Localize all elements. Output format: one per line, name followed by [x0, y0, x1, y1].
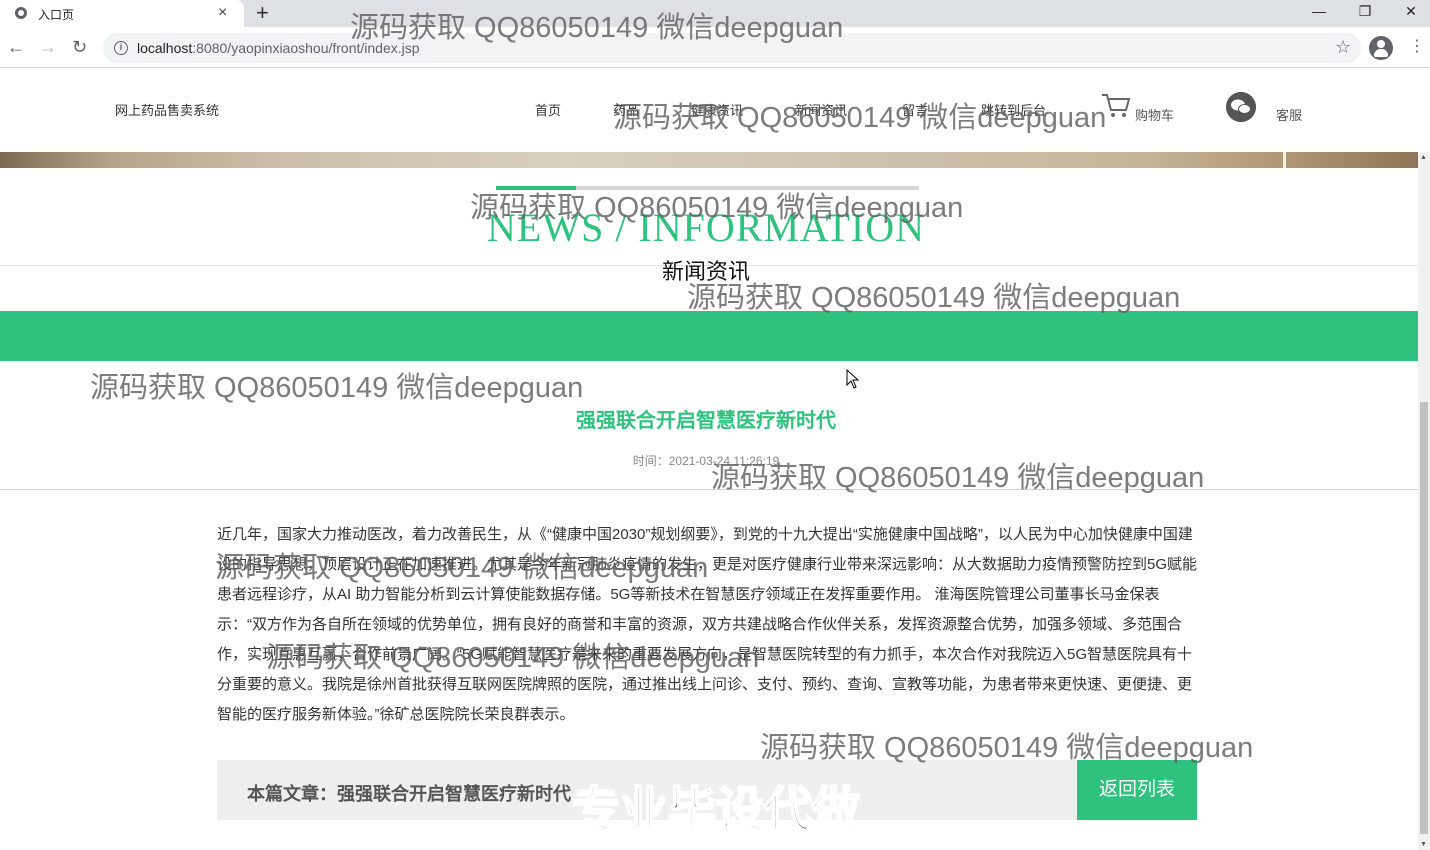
kebab-menu-icon[interactable]: ⋮ — [1409, 36, 1425, 58]
info-icon[interactable]: i — [114, 41, 128, 55]
site-logo[interactable]: 网上药品售卖系统 — [115, 100, 219, 119]
account-icon[interactable] — [1369, 36, 1393, 60]
tab-title: 入口页 — [38, 8, 75, 22]
tab-close-icon[interactable]: × — [218, 3, 227, 23]
back-arrow-icon[interactable]: ← — [7, 35, 25, 59]
current-article-label: 本篇文章：强强联合开启智慧医疗新时代 — [247, 784, 571, 804]
browser-tab[interactable]: 入口页 × — [0, 0, 244, 27]
nav-item-medicine[interactable]: 药品 — [613, 100, 639, 119]
new-tab-icon[interactable]: + — [256, 1, 269, 25]
article-time: 时间：2021-03-24 11:26:19 — [632, 454, 780, 468]
section-title-en: NEWS / INFORMATION — [487, 205, 925, 250]
cart-label: 购物车 — [1135, 108, 1175, 123]
restore-icon[interactable]: ❐ — [1342, 1, 1388, 23]
article-title: 强强联合开启智慧医疗新时代 — [576, 410, 836, 432]
scroll-thumb[interactable] — [1420, 402, 1428, 834]
nav-item-admin[interactable]: 跳转到后台 — [981, 100, 1046, 119]
section-title-cn: 新闻资讯 — [661, 259, 750, 284]
cart-icon — [1102, 94, 1131, 117]
minimize-icon[interactable]: — — [1296, 1, 1342, 23]
article-rule — [0, 489, 1418, 490]
url-path: :8080/yaopinxiaoshou/front/index.jsp — [192, 40, 420, 56]
back-to-list-button[interactable]: 返回列表 — [1077, 760, 1197, 820]
url-host: localhost — [137, 40, 193, 56]
reload-icon[interactable]: ↻ — [72, 35, 87, 59]
green-band — [0, 311, 1418, 361]
section-divider-accent — [496, 186, 576, 190]
globe-icon — [15, 7, 27, 19]
scroll-down-icon[interactable]: ▼ — [1420, 841, 1427, 848]
service-label: 客服 — [1276, 108, 1303, 123]
forward-arrow-icon[interactable]: → — [39, 35, 57, 59]
nav-item-news[interactable]: 新闻资讯 — [795, 100, 847, 119]
nav-item-home[interactable]: 首页 — [535, 100, 561, 119]
mouse-cursor-icon — [846, 369, 860, 389]
address-bar[interactable]: i localhost:8080/yaopinxiaoshou/front/in… — [103, 33, 1361, 63]
article-footer: 本篇文章：强强联合开启智慧医疗新时代 返回列表 — [217, 760, 1197, 820]
page-scrollbar[interactable]: ▲ ▼ — [1418, 152, 1430, 850]
scroll-up-icon[interactable]: ▲ — [1420, 154, 1427, 161]
browser-toolbar: ← → ↻ i localhost:8080/yaopinxiaoshou/fr… — [0, 27, 1430, 68]
nav-item-messages[interactable]: 留言 — [902, 100, 928, 119]
page-viewport: 网上药品售卖系统 首页 药品 健康资讯 新闻资讯 留言 跳转到后台 购物车 客服 — [0, 68, 1418, 850]
nav-item-health-info[interactable]: 健康资讯 — [691, 100, 743, 119]
banner-image — [0, 152, 1418, 168]
article-body: 近几年，国家大力推动医改，着力改善民生，从《“健康中国2030”规划纲要》，到党… — [217, 526, 1198, 723]
bookmark-star-icon[interactable]: ☆ — [1335, 37, 1351, 58]
window-close-icon[interactable]: ✕ — [1388, 1, 1430, 23]
wechat-icon — [1226, 92, 1256, 122]
tab-strip: 入口页 × + — ❐ ✕ — [0, 0, 1430, 27]
site-header: 网上药品售卖系统 首页 药品 健康资讯 新闻资讯 留言 跳转到后台 购物车 客服 — [0, 68, 1418, 152]
url-text[interactable]: localhost:8080/yaopinxiaoshou/front/inde… — [137, 40, 420, 56]
